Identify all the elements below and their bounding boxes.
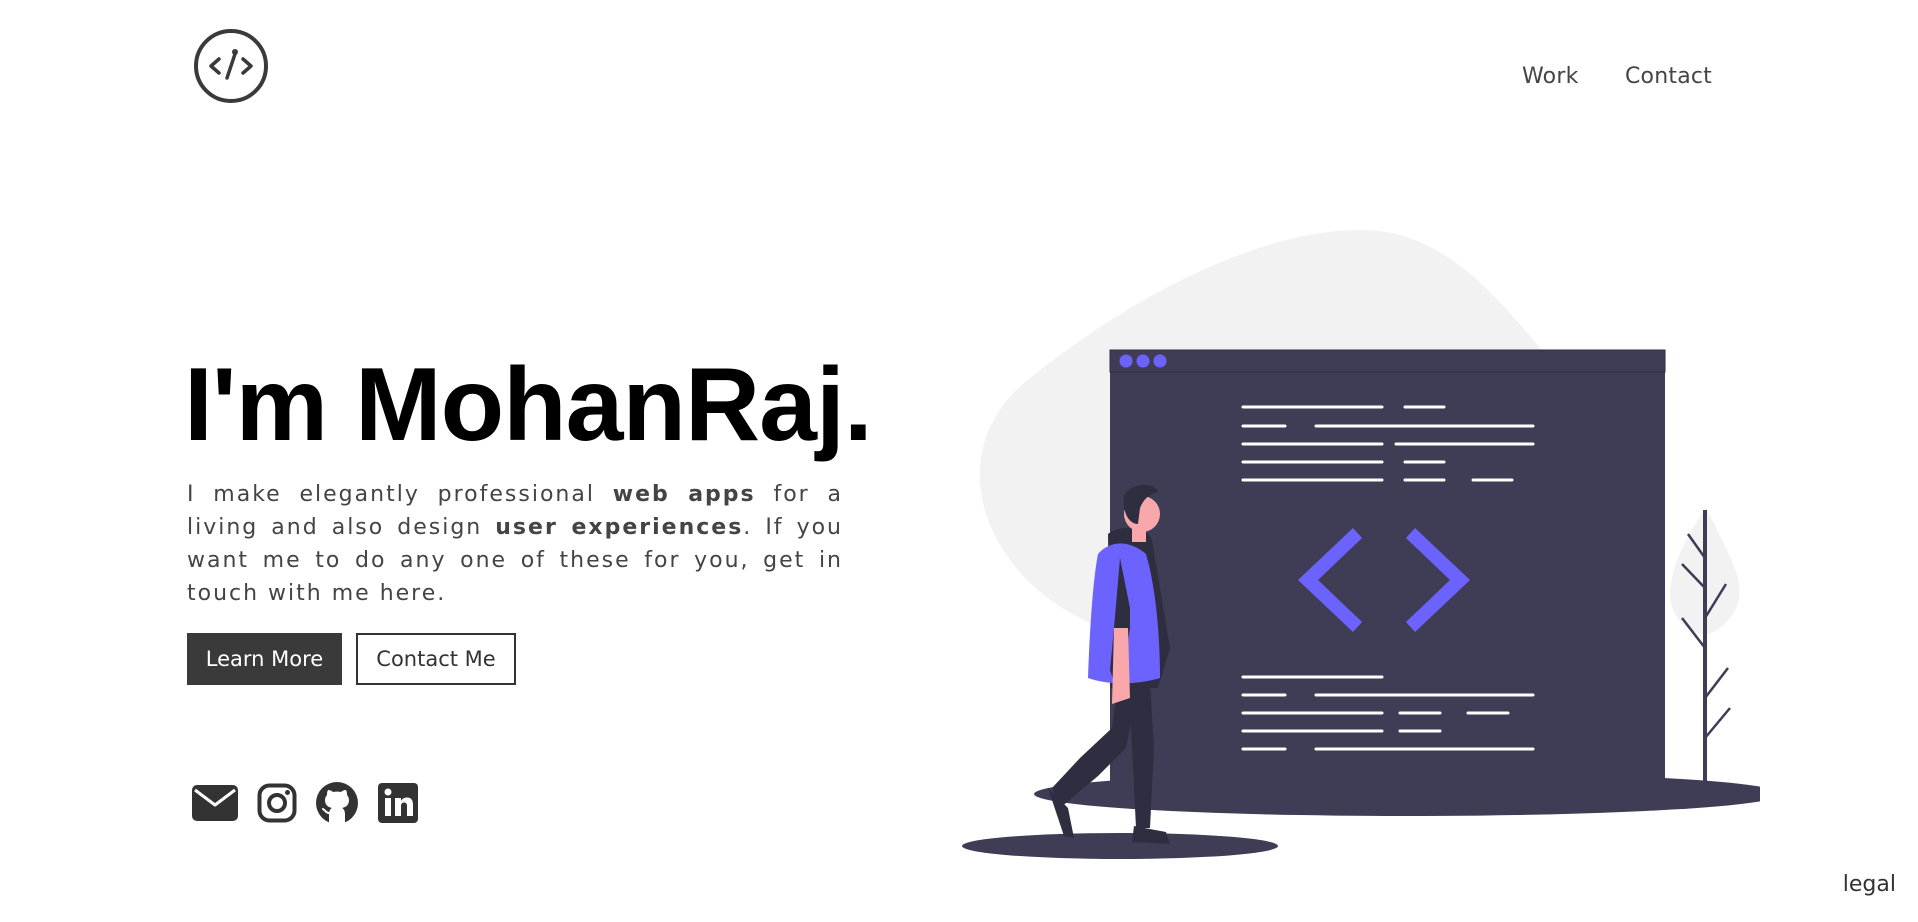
ground-shadow-small xyxy=(962,833,1278,859)
nav-link-contact[interactable]: Contact xyxy=(1625,64,1712,89)
hero-intro-bold-user-experiences: user experiences xyxy=(495,515,744,540)
mail-icon[interactable] xyxy=(192,782,238,824)
learn-more-button[interactable]: Learn More xyxy=(187,633,342,685)
hero-intro-part-1: I make elegantly professional xyxy=(187,482,613,507)
hero-intro: I make elegantly professional web apps f… xyxy=(187,478,843,610)
logo-icon[interactable] xyxy=(193,28,269,104)
page: Work Contact I'm MohanRaj. I make elegan… xyxy=(0,0,1918,922)
plant-illustration xyxy=(1670,506,1740,790)
nav-link-work[interactable]: Work xyxy=(1522,64,1579,89)
github-icon[interactable] xyxy=(314,782,360,824)
contact-me-button[interactable]: Contact Me xyxy=(356,633,516,685)
instagram-icon[interactable] xyxy=(254,782,300,824)
legal-link[interactable]: legal xyxy=(1843,872,1896,897)
hero-title: I'm MohanRaj. xyxy=(184,347,873,463)
main-nav: Work Contact xyxy=(1500,64,1740,96)
linkedin-icon[interactable] xyxy=(375,782,421,824)
developer-illustration xyxy=(962,229,1760,859)
browser-window xyxy=(1109,349,1666,790)
hero-intro-bold-web-apps: web apps xyxy=(612,482,756,507)
